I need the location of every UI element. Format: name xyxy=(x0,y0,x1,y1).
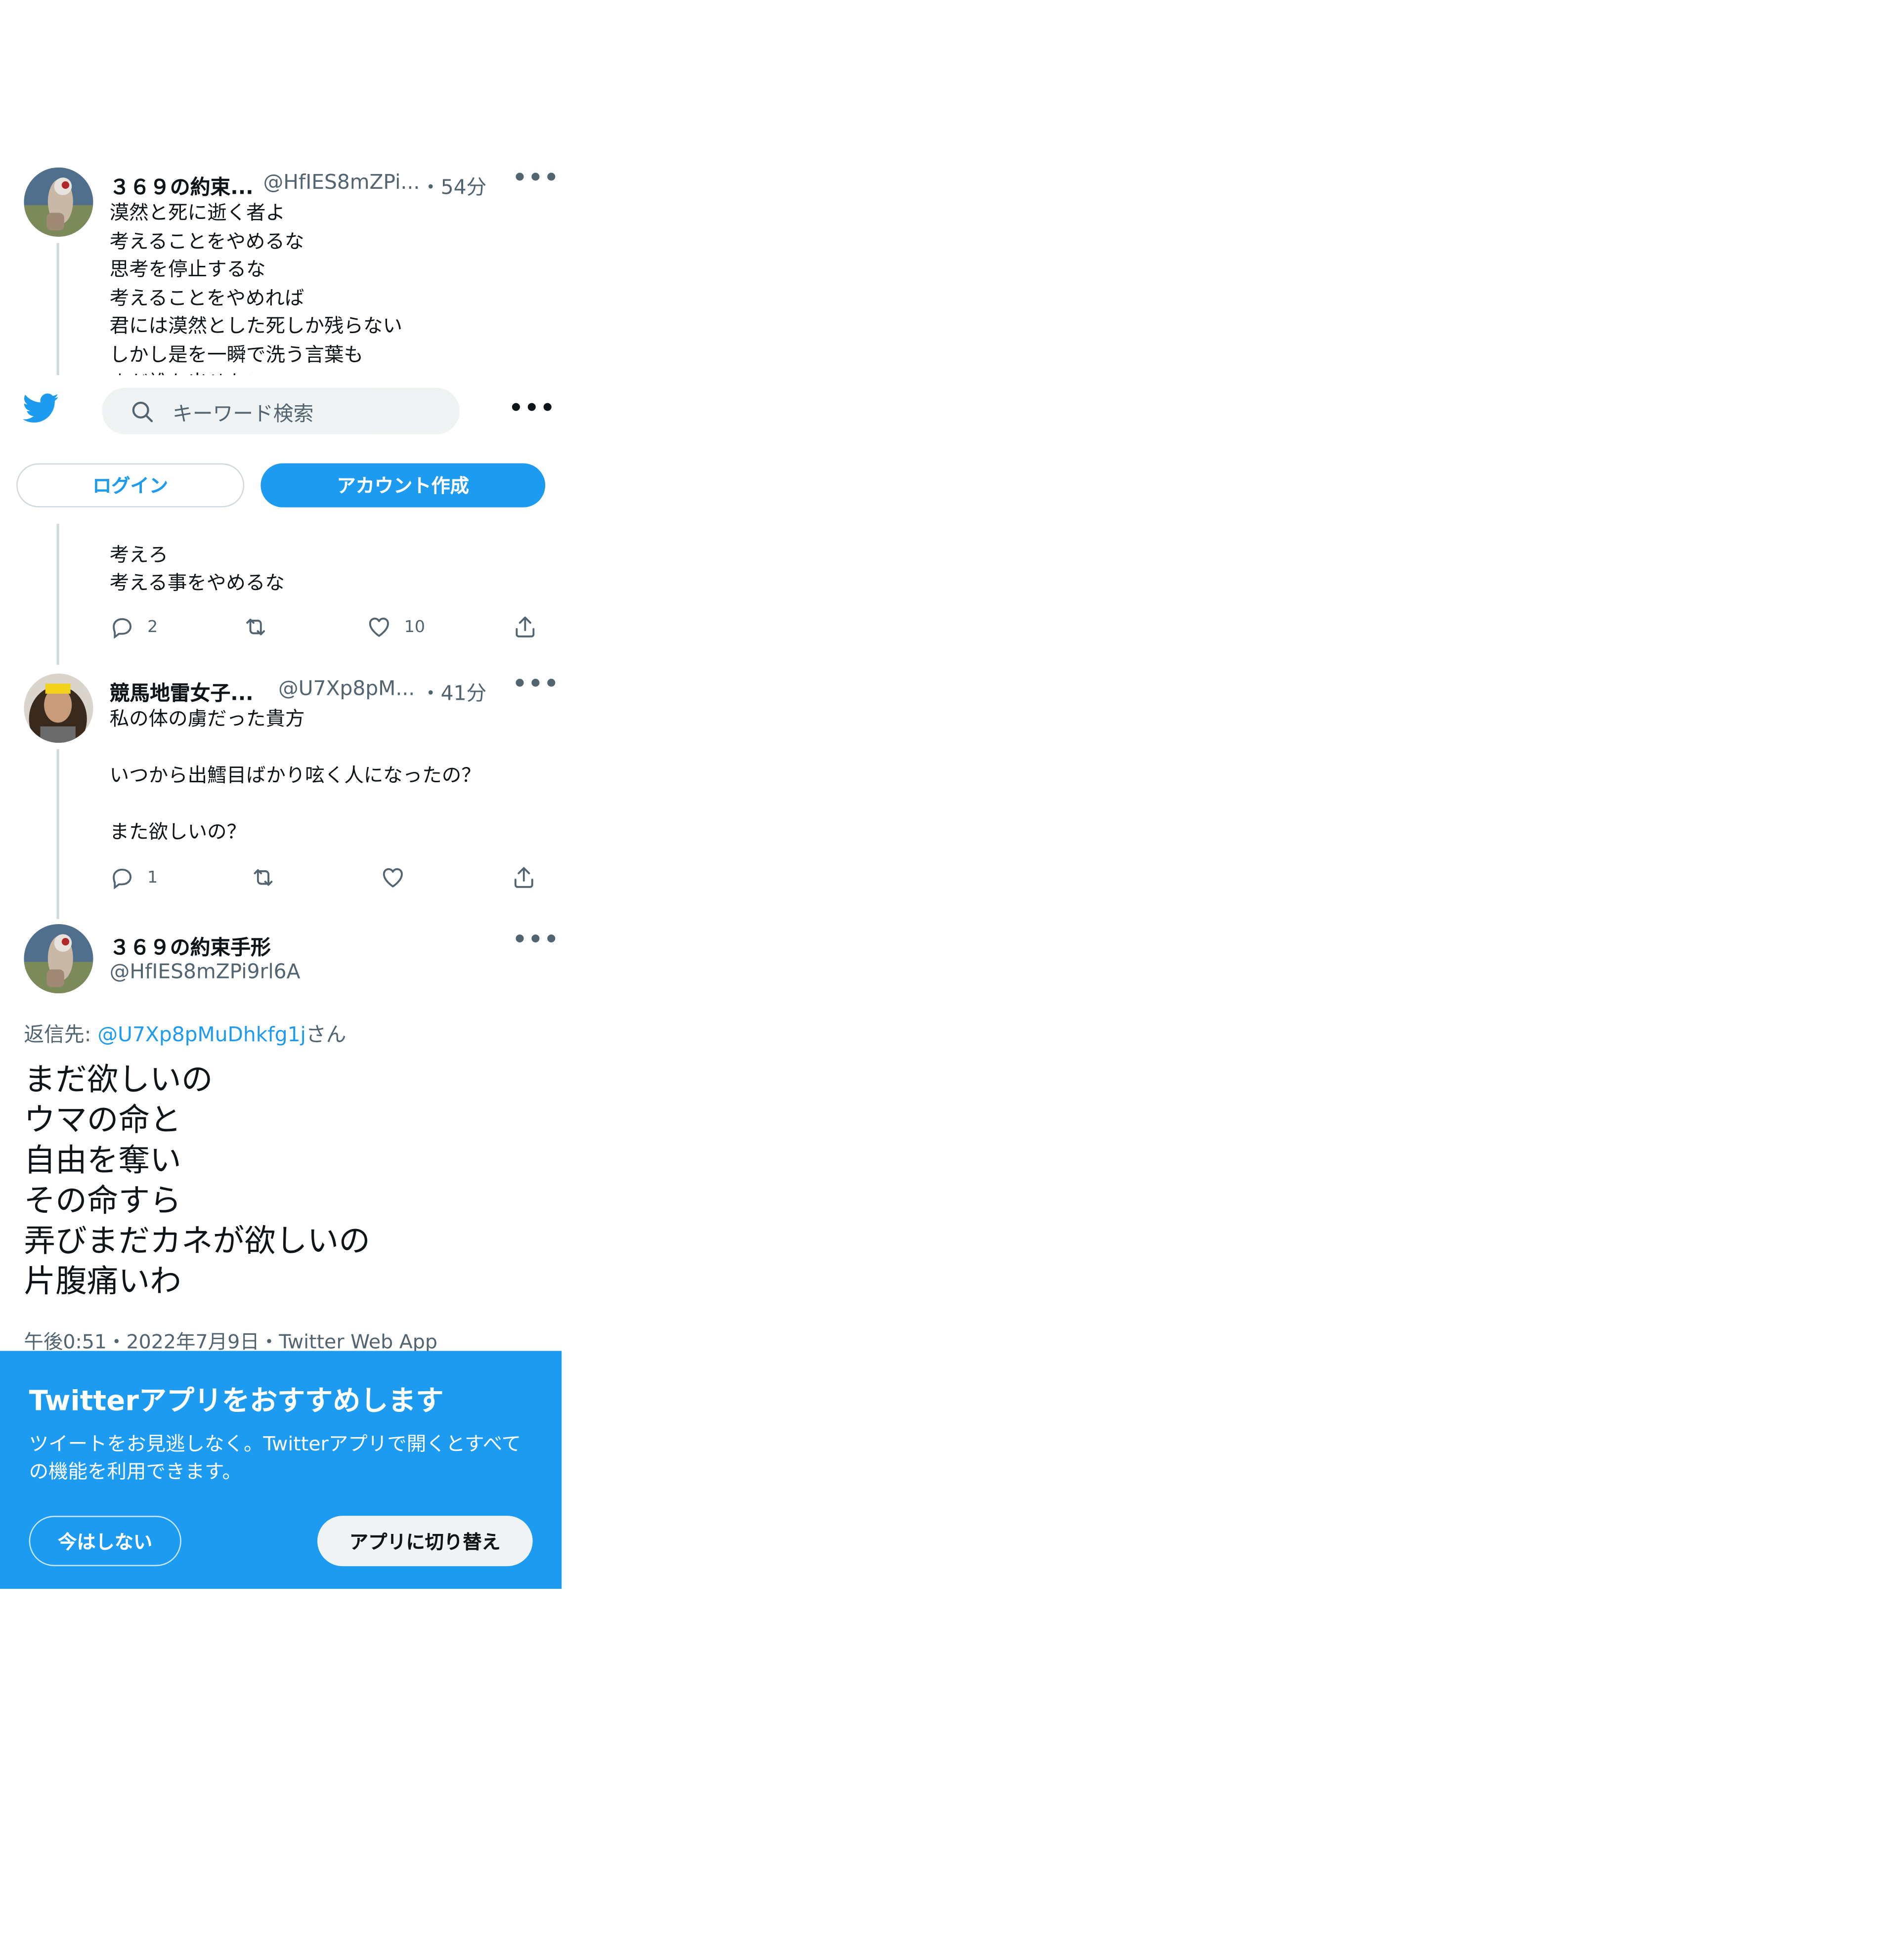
more-icon[interactable]: ••• xyxy=(509,395,556,422)
thread-line xyxy=(56,749,59,919)
thread-line xyxy=(56,243,59,379)
search-placeholder: キーワード検索 xyxy=(173,401,314,425)
reply-button[interactable]: 1 xyxy=(110,865,158,890)
not-now-button[interactable]: 今はしない xyxy=(29,1516,181,1567)
retweet-button[interactable] xyxy=(243,614,281,639)
search-input[interactable]: キーワード検索 xyxy=(102,387,460,434)
like-icon xyxy=(383,868,403,888)
switch-to-app-button[interactable]: アプリに切り替え xyxy=(317,1516,533,1567)
tweet-text: 考えろ 考える事をやめるな 自然必然 xyxy=(110,526,538,599)
app-promo-banner: Twitterアプリをおすすめします ツイートをお見逃しなく。Twitterアプ… xyxy=(0,1351,562,1589)
author-name[interactable]: 競馬地雷女子... xyxy=(110,676,254,706)
reply-to-link[interactable]: @U7Xp8pMuDhkfg1j xyxy=(97,1022,305,1046)
avatar[interactable] xyxy=(24,167,93,237)
search-icon xyxy=(130,398,155,424)
main-tweet-text: まだ欲しいの ウマの命と 自由を奪い その命すら 弄びまだカネが欲しいの 片腹痛… xyxy=(24,1061,371,1300)
reply-suffix: さん xyxy=(305,1022,346,1047)
avatar[interactable] xyxy=(24,924,93,994)
more-icon[interactable]: ••• xyxy=(513,927,560,953)
retweet-icon xyxy=(254,869,273,886)
reply-icon xyxy=(113,618,132,639)
avatar[interactable] xyxy=(24,673,93,743)
author-handle[interactable]: @HfIES8mZPi... xyxy=(263,170,420,194)
author-handle[interactable]: @HfIES8mZPi9rl6A xyxy=(110,959,301,983)
more-icon[interactable]: ••• xyxy=(513,165,560,191)
banner-description: ツイートをお見逃しなく。Twitterアプリで開くとすべての機能を利用できます。 xyxy=(29,1433,521,1484)
thread-line xyxy=(56,523,59,665)
reply-prefix: 返信先: xyxy=(24,1022,98,1047)
retweet-icon xyxy=(246,618,265,636)
tweet-time[interactable]: ・54分 xyxy=(421,170,486,200)
share-button[interactable] xyxy=(513,614,538,639)
reply-icon xyxy=(113,868,132,890)
tweet-text: 漠然と死に逝く者よ 考えることをやめるな 思考を停止するな 考えることをやめれば… xyxy=(109,201,402,390)
like-button[interactable] xyxy=(380,865,418,890)
like-count: 10 xyxy=(404,617,425,637)
tweet-text: 私の体の虜だった貴方 いつから出鱈目ばかり呟く人になったの？ また欲しいの？ xyxy=(109,707,481,844)
page: ３６９の約束... @HfIES8mZPi... ・54分 ••• 漠然と死に逝… xyxy=(0,0,1904,1954)
twitter-bird-icon[interactable] xyxy=(22,393,59,429)
tweet-text-lines: 考えろ 考える事をやめるな 自然必然 xyxy=(109,543,285,595)
share-icon xyxy=(516,616,535,637)
signup-button[interactable]: アカウント作成 xyxy=(260,463,546,508)
author-name[interactable]: ３６９の約束手形 xyxy=(110,931,271,961)
tweet-time[interactable]: ・41分 xyxy=(421,676,486,706)
share-button[interactable] xyxy=(511,865,536,890)
like-icon xyxy=(369,617,389,637)
reply-count: 1 xyxy=(147,868,158,887)
top-header: キーワード検索 ••• ログイン アカウント作成 xyxy=(0,375,562,524)
reply-context: 返信先: @U7Xp8pMuDhkfg1jさん xyxy=(24,1017,346,1047)
login-button[interactable]: ログイン xyxy=(16,463,245,508)
author-name[interactable]: ３６９の約束... xyxy=(110,170,254,200)
banner-title: Twitterアプリをおすすめします xyxy=(29,1386,444,1418)
share-icon xyxy=(514,867,533,888)
retweet-button[interactable] xyxy=(251,865,288,890)
like-button[interactable]: 10 xyxy=(366,614,425,639)
more-icon[interactable]: ••• xyxy=(513,671,560,697)
reply-count: 2 xyxy=(147,617,158,637)
reply-button[interactable]: 2 xyxy=(110,614,158,639)
author-handle[interactable]: @U7Xp8pM... xyxy=(278,676,415,700)
